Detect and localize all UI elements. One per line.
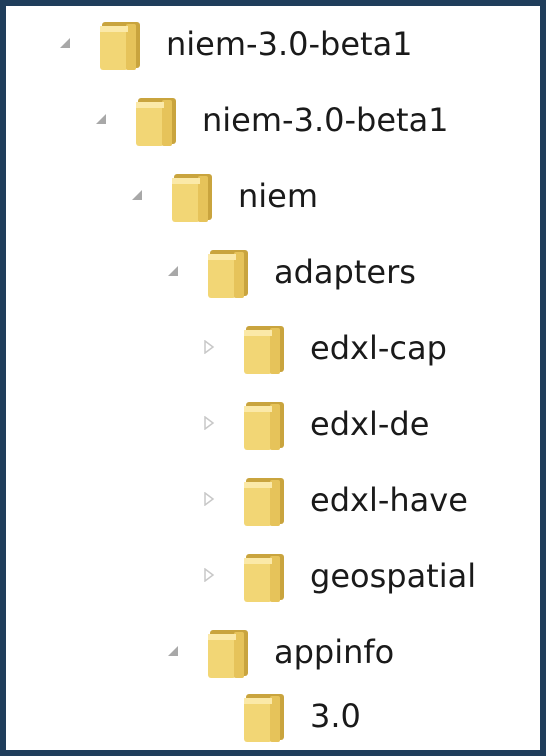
expanded-arrow-icon[interactable] [166,264,180,278]
tree-item-adapters[interactable]: adapters [6,240,540,310]
tree-item-geospatial[interactable]: geospatial [6,544,540,614]
folder-icon [168,172,214,224]
tree-item-label: edxl-cap [310,329,447,367]
collapsed-arrow-icon[interactable] [202,568,216,582]
tree-item-label: niem-3.0-beta1 [202,101,449,139]
collapsed-arrow-icon[interactable] [202,340,216,354]
tree-item-label: appinfo [274,633,395,671]
tree-view-frame: niem-3.0-beta1 niem-3.0-beta1 niem adapt… [0,0,546,756]
expanded-arrow-icon[interactable] [94,112,108,126]
tree-item-appinfo[interactable]: appinfo [6,620,540,690]
folder-icon [240,324,286,376]
tree-item-edxl-de[interactable]: edxl-de [6,392,540,462]
tree-item-label: edxl-have [310,481,468,519]
folder-icon [204,248,250,300]
tree-item-3-0[interactable]: 3.0 [6,684,540,754]
tree-item-label: niem-3.0-beta1 [166,25,413,63]
collapsed-arrow-icon[interactable] [202,416,216,430]
folder-icon [240,476,286,528]
folder-icon [204,628,250,680]
tree-item-edxl-have[interactable]: edxl-have [6,468,540,538]
tree-item-label: niem [238,177,319,215]
tree-item-label: 3.0 [310,697,361,735]
tree-item-label: edxl-de [310,405,430,443]
tree-item-niem[interactable]: niem [6,164,540,234]
tree-item-edxl-cap[interactable]: edxl-cap [6,316,540,386]
folder-icon [240,400,286,452]
folder-tree: niem-3.0-beta1 niem-3.0-beta1 niem adapt… [6,6,540,750]
tree-item-label: geospatial [310,557,477,595]
folder-icon [96,20,142,72]
folder-icon [240,552,286,604]
expanded-arrow-icon[interactable] [58,36,72,50]
collapsed-arrow-icon[interactable] [202,492,216,506]
expanded-arrow-icon[interactable] [130,188,144,202]
folder-icon [240,692,286,744]
tree-item-label: adapters [274,253,416,291]
tree-item-niem-3-0-beta1[interactable]: niem-3.0-beta1 [6,88,540,158]
tree-item-niem-3-0-beta1-root[interactable]: niem-3.0-beta1 [6,12,540,82]
folder-icon [132,96,178,148]
expanded-arrow-icon[interactable] [166,644,180,658]
